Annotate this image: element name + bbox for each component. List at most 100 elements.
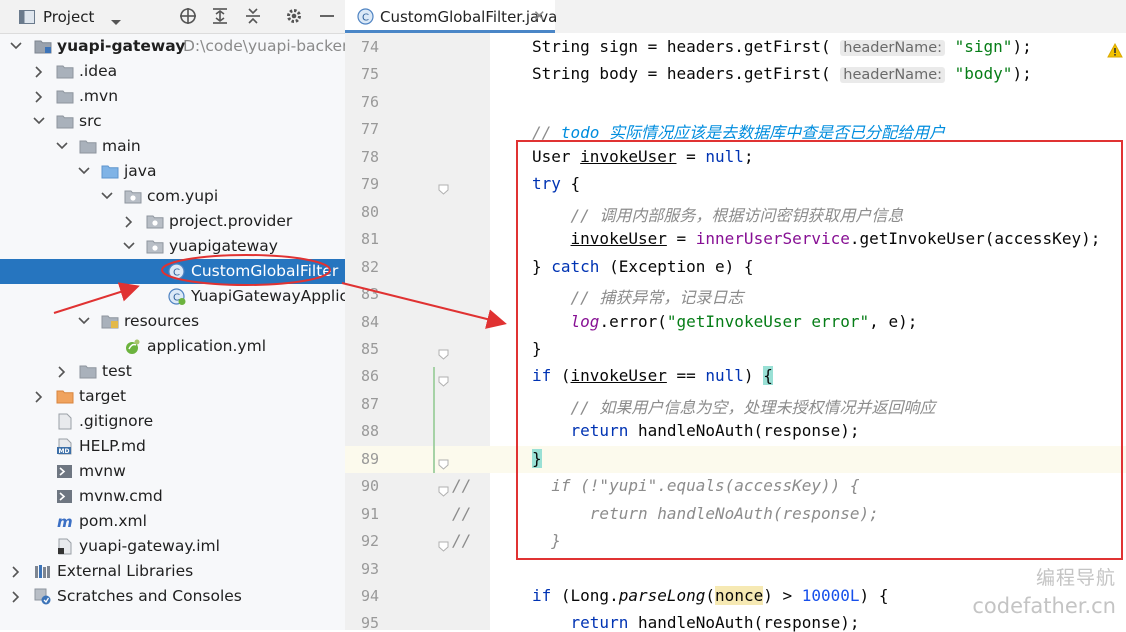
svg-text:C: C bbox=[362, 13, 369, 24]
tree-node-label: YuapiGatewayApplica bbox=[191, 287, 345, 305]
chevron-right-icon[interactable] bbox=[10, 559, 24, 584]
chevron-down-icon[interactable] bbox=[78, 159, 92, 184]
chevron-right-icon[interactable] bbox=[56, 359, 70, 384]
tree-node-customglobalfilter[interactable]: C CustomGlobalFilter bbox=[0, 259, 345, 284]
tree-node-label: com.yupi bbox=[147, 187, 219, 205]
chevron-down-icon[interactable] bbox=[33, 109, 47, 134]
chevron-right-icon[interactable] bbox=[33, 59, 47, 84]
resources-folder-icon bbox=[101, 313, 119, 330]
tree-node-label: src bbox=[79, 112, 102, 130]
chevron-down-icon[interactable] bbox=[10, 34, 24, 59]
chevron-right-icon[interactable] bbox=[33, 384, 47, 409]
folder-icon bbox=[56, 113, 74, 130]
comment-slashes: // bbox=[452, 503, 472, 523]
comment-slashes: // bbox=[452, 531, 472, 551]
code-line[interactable]: return handleNoAuth(response); bbox=[532, 613, 860, 632]
svg-text:m: m bbox=[57, 513, 73, 530]
target-icon[interactable] bbox=[179, 7, 197, 25]
folder-icon bbox=[79, 138, 97, 155]
project-view-icon[interactable] bbox=[19, 9, 35, 24]
warning-icon[interactable] bbox=[1107, 42, 1123, 62]
tree-node-java[interactable]: java bbox=[0, 159, 345, 184]
tree-node-gitignore[interactable]: .gitignore bbox=[0, 409, 345, 434]
tree-node-yuapigateway[interactable]: yuapigateway bbox=[0, 234, 345, 259]
tree-node-label: CustomGlobalFilter bbox=[191, 262, 339, 280]
line-number: 79 bbox=[360, 175, 379, 194]
tree-node-src[interactable]: src bbox=[0, 109, 345, 134]
tree-node-scratches-and-consoles[interactable]: Scratches and Consoles bbox=[0, 584, 345, 609]
minimize-icon[interactable] bbox=[318, 7, 336, 25]
fold-icon[interactable] bbox=[438, 482, 449, 497]
tree-node-resources[interactable]: resources bbox=[0, 309, 345, 334]
editor-tab-label: CustomGlobalFilter.java bbox=[380, 8, 558, 26]
fold-icon[interactable] bbox=[438, 372, 449, 388]
fold-icon[interactable] bbox=[438, 345, 449, 360]
tree-node-application-yml[interactable]: application.yml bbox=[0, 334, 345, 359]
shell-file-icon bbox=[56, 463, 74, 480]
tree-node-idea[interactable]: .idea bbox=[0, 59, 345, 84]
chevron-down-icon[interactable] bbox=[101, 184, 115, 209]
tree-node-project-provider[interactable]: project.provider bbox=[0, 209, 345, 234]
tree-node-label: yuapi-gateway bbox=[57, 37, 186, 55]
line-number: 77 bbox=[360, 120, 379, 139]
code-line[interactable]: String sign = headers.getFirst( headerNa… bbox=[532, 37, 1032, 56]
tree-node-main[interactable]: main bbox=[0, 134, 345, 159]
chevron-down-icon[interactable] bbox=[78, 309, 92, 334]
line-number: 92 bbox=[360, 532, 379, 551]
line-number: 91 bbox=[360, 504, 379, 523]
expand-all-icon[interactable] bbox=[211, 7, 229, 25]
line-number: 90 bbox=[360, 477, 379, 496]
module-folder-icon bbox=[34, 38, 52, 55]
svg-text:C: C bbox=[173, 268, 180, 279]
fold-icon[interactable] bbox=[438, 537, 449, 552]
editor-tab-bar: C CustomGlobalFilter.java ✕ bbox=[345, 0, 1126, 34]
line-number: 74 bbox=[360, 38, 379, 56]
chevron-down-icon[interactable] bbox=[123, 234, 137, 259]
tree-node-yuapi-gateway-iml[interactable]: yuapi-gateway.iml bbox=[0, 534, 345, 559]
tree-node-label: main bbox=[102, 137, 141, 155]
tree-node-label: application.yml bbox=[147, 337, 267, 355]
collapse-all-icon[interactable] bbox=[244, 7, 262, 25]
maven-file-icon: m bbox=[56, 513, 74, 531]
tree-node-external-libraries[interactable]: External Libraries bbox=[0, 559, 345, 584]
code-line[interactable]: if (Long.parseLong(nonce) > 10000L) { bbox=[532, 586, 888, 605]
line-number: 87 bbox=[360, 394, 379, 413]
tree-node-yuapi-gateway[interactable]: yuapi-gateway D:\code\yuapi-backend bbox=[0, 34, 345, 59]
line-number: 75 bbox=[360, 65, 379, 84]
chevron-down-icon[interactable] bbox=[110, 12, 122, 31]
fold-icon[interactable] bbox=[438, 180, 449, 195]
tree-node-mvnw-cmd[interactable]: mvnw.cmd bbox=[0, 484, 345, 509]
line-number: 89 bbox=[360, 449, 379, 468]
fold-icon[interactable] bbox=[438, 455, 449, 470]
tree-node-test[interactable]: test bbox=[0, 359, 345, 384]
chevron-right-icon[interactable] bbox=[123, 209, 137, 234]
tree-node-label: mvnw.cmd bbox=[79, 487, 163, 505]
tree-node-label: project.provider bbox=[169, 212, 293, 230]
project-view-title[interactable]: Project bbox=[43, 8, 94, 26]
chevron-down-icon[interactable] bbox=[56, 134, 70, 159]
tree-node-help-md[interactable]: MD HELP.md bbox=[0, 434, 345, 459]
tree-node-target[interactable]: target bbox=[0, 384, 345, 409]
folder-icon bbox=[79, 363, 97, 380]
line-number: 94 bbox=[360, 587, 379, 605]
tree-node-label: Scratches and Consoles bbox=[57, 587, 242, 605]
yml-file-icon bbox=[124, 338, 142, 355]
tree-node-mvnw[interactable]: mvnw bbox=[0, 459, 345, 484]
code-line[interactable]: String body = headers.getFirst( headerNa… bbox=[532, 64, 1032, 84]
gear-icon[interactable] bbox=[285, 7, 303, 25]
line-number: 83 bbox=[360, 285, 379, 304]
watermark-title: 编程导航 bbox=[1035, 567, 1116, 589]
line-number: 85 bbox=[360, 339, 379, 358]
package-icon bbox=[124, 188, 142, 205]
close-icon[interactable]: ✕ bbox=[533, 7, 546, 25]
tree-node-label: test bbox=[102, 362, 132, 380]
tree-node-pom-xml[interactable]: m pom.xml bbox=[0, 509, 345, 534]
tree-node-com-yupi[interactable]: com.yupi bbox=[0, 184, 345, 209]
tree-node-mvn[interactable]: .mvn bbox=[0, 84, 345, 109]
libraries-icon bbox=[34, 563, 52, 580]
tree-node-yuapigatewayapplica[interactable]: C YuapiGatewayApplica bbox=[0, 284, 345, 309]
spring-app-class-icon: C bbox=[168, 288, 186, 305]
chevron-right-icon[interactable] bbox=[33, 84, 47, 109]
chevron-right-icon[interactable] bbox=[10, 584, 24, 609]
editor-tab-customglobalfilter[interactable]: C CustomGlobalFilter.java ✕ bbox=[345, 0, 558, 33]
